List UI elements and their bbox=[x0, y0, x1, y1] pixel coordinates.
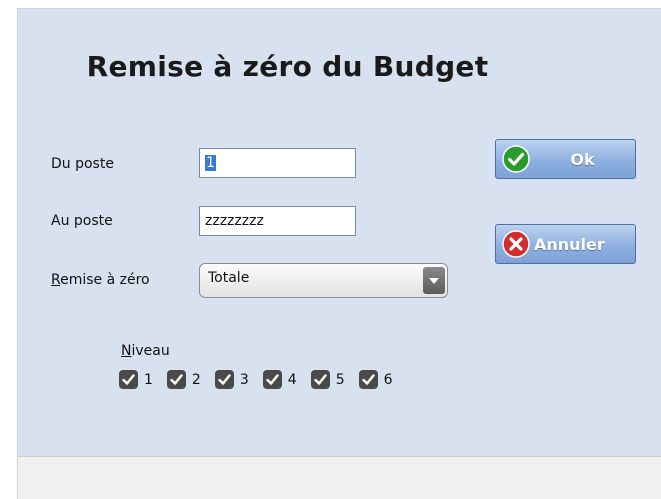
checkbox-label: 4 bbox=[287, 371, 297, 388]
au-poste-input[interactable]: zzzzzzzz bbox=[199, 206, 356, 236]
cancel-label: Annuler bbox=[534, 234, 605, 254]
checkbox-checked-icon[interactable] bbox=[262, 370, 282, 389]
niveau-label: Niveau bbox=[121, 343, 170, 359]
au-poste-label: Au poste bbox=[51, 213, 113, 229]
niveau-checkbox-6[interactable]: 6 bbox=[358, 370, 393, 389]
remise-select[interactable]: Totale bbox=[199, 263, 448, 298]
du-poste-label: Du poste bbox=[51, 156, 114, 172]
niveau-checkbox-4[interactable]: 4 bbox=[262, 370, 297, 389]
au-poste-value: zzzzzzzz bbox=[205, 213, 264, 229]
checkbox-checked-icon[interactable] bbox=[166, 370, 186, 389]
niveau-checkbox-5[interactable]: 5 bbox=[310, 370, 345, 389]
check-icon bbox=[502, 145, 530, 173]
du-poste-value: 1 bbox=[205, 155, 216, 171]
chevron-down-icon bbox=[429, 277, 439, 284]
cancel-icon bbox=[502, 230, 530, 258]
dropdown-button[interactable] bbox=[423, 267, 445, 294]
checkbox-checked-icon[interactable] bbox=[310, 370, 330, 389]
niveau-checkbox-1[interactable]: 1 bbox=[119, 370, 153, 389]
remise-select-value: Totale bbox=[208, 270, 250, 286]
checkbox-checked-icon[interactable] bbox=[358, 370, 378, 389]
ok-label: Ok bbox=[570, 149, 595, 169]
dialog-title: Remise à zéro du Budget bbox=[86, 50, 489, 83]
du-poste-input[interactable]: 1 bbox=[199, 148, 356, 178]
checkbox-label: 2 bbox=[191, 371, 201, 388]
checkbox-checked-icon[interactable] bbox=[214, 370, 234, 389]
cancel-button[interactable]: Annuler bbox=[495, 224, 636, 264]
remise-label: Remise à zéro bbox=[51, 272, 150, 288]
ok-button[interactable]: Ok bbox=[495, 139, 636, 179]
checkbox-label: 6 bbox=[383, 371, 393, 388]
checkbox-label: 5 bbox=[335, 371, 345, 388]
niveau-checkboxes: 1 2 3 4 5 6 bbox=[119, 370, 407, 389]
checkbox-label: 1 bbox=[144, 371, 153, 388]
niveau-checkbox-2[interactable]: 2 bbox=[166, 370, 201, 389]
checkbox-checked-icon[interactable] bbox=[119, 370, 138, 389]
checkbox-label: 3 bbox=[239, 371, 249, 388]
niveau-checkbox-3[interactable]: 3 bbox=[214, 370, 249, 389]
dialog-footer bbox=[17, 456, 661, 499]
